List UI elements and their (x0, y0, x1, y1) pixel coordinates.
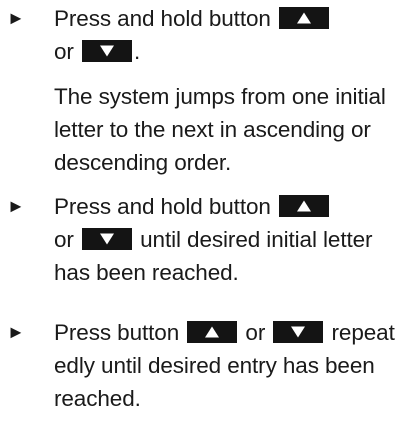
step-3-line-1-text: Press button (54, 320, 186, 345)
step-1-line-2: or . (54, 35, 410, 68)
step-2-line-3: has been reached. (54, 260, 239, 285)
note-line-1: The system jumps from one initial (54, 84, 386, 109)
note-line-2: letter to the next in ascending or (54, 117, 371, 142)
down-arrow-key-icon (273, 321, 324, 343)
bullet-arrow-icon: ► (7, 8, 25, 28)
step-1-line-2-after: . (133, 39, 141, 64)
step-1-line-2-text: or (54, 39, 80, 64)
step-1-line-1: Press and hold button (54, 2, 410, 35)
down-arrow-key-icon (81, 40, 132, 62)
up-arrow-key-icon (278, 7, 329, 29)
note-line-3: descending order. (54, 150, 232, 175)
instruction-list: ► Press and hold button or . The system … (0, 0, 418, 433)
bullet-arrow-icon: ► (7, 196, 25, 216)
step-3-line-2: edly until desired entry has been (54, 353, 375, 378)
up-arrow-key-icon (278, 195, 329, 217)
step-2-line-2-text: or (54, 227, 80, 252)
step-2-line-1: Press and hold button (54, 190, 410, 223)
step-3-line-1-after: repeat (325, 320, 395, 345)
up-arrow-key-icon (187, 321, 238, 343)
bullet-arrow-icon: ► (7, 322, 25, 342)
step-1-line-1-text: Press and hold button (54, 6, 277, 31)
step-3-line-3: reached. (54, 386, 141, 411)
step-2-line-2-after: until desired initial letter (133, 227, 373, 252)
down-arrow-key-icon (81, 228, 132, 250)
step-3-line-1: Press button or repeat (54, 316, 410, 349)
step-2-line-1-text: Press and hold button (54, 194, 277, 219)
step-2-line-2: or until desired initial letter (54, 223, 410, 256)
step-3-line-1-middle: or (239, 320, 272, 345)
